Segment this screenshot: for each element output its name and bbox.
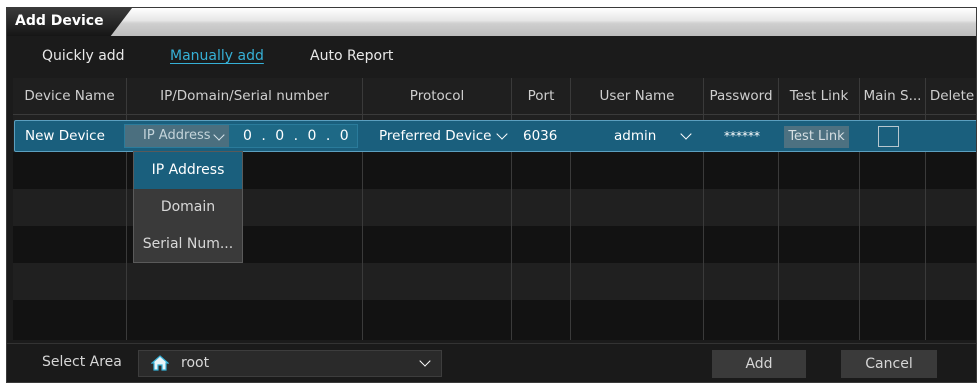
chevron-down-icon [680, 128, 692, 140]
column-header-password: Password [703, 78, 778, 115]
chevron-down-icon [419, 355, 431, 367]
table-header: Device Name IP/Domain/Serial number Prot… [13, 78, 976, 115]
column-header-port: Port [511, 78, 570, 115]
device-table: Device Name IP/Domain/Serial number Prot… [13, 78, 976, 340]
table-row [13, 300, 976, 340]
protocol-select[interactable]: Preferred Device [379, 121, 495, 151]
column-header-device-name: Device Name [24, 88, 115, 104]
title-bar: Add Device [7, 8, 976, 36]
column-header-protocol: Protocol [362, 78, 511, 115]
chevron-down-icon [213, 129, 225, 141]
tab-auto-report[interactable]: Auto Report [310, 48, 393, 64]
column-header-test-link: Test Link [778, 78, 859, 115]
address-type-select[interactable]: IP Address [125, 125, 229, 147]
password-input[interactable]: ****** [724, 121, 760, 151]
area-select[interactable]: root [138, 350, 442, 377]
dialog-title: Add Device [15, 13, 104, 29]
home-icon [151, 355, 169, 371]
column-header-user-name: User Name [570, 78, 703, 115]
address-type-value: IP Address [143, 128, 211, 143]
table-row [13, 263, 976, 300]
column-header-delete: Delete [925, 78, 976, 115]
test-link-button[interactable]: Test Link [784, 126, 849, 148]
ip-address-input[interactable]: 0 . 0 . 0 . 0 [243, 125, 349, 147]
select-area-label: Select Area [42, 354, 122, 370]
footer-bar: Select Area root Add Cancel [7, 343, 976, 382]
port-input[interactable]: 6036 [523, 121, 557, 151]
protocol-value: Preferred Device [379, 128, 492, 144]
user-name-select[interactable]: admin [614, 121, 656, 151]
tab-quickly-add[interactable]: Quickly add [42, 48, 125, 64]
column-header-main-stream: Main S... [859, 78, 925, 115]
dropdown-option-domain[interactable]: Domain [134, 189, 242, 226]
address-type-dropdown: IP Address Domain Serial Num... [133, 151, 243, 263]
address-field[interactable]: IP Address 0 . 0 . 0 . 0 [124, 124, 358, 148]
chevron-down-icon [496, 128, 508, 140]
cancel-button[interactable]: Cancel [841, 350, 937, 378]
dropdown-option-ip-address[interactable]: IP Address [134, 152, 242, 189]
device-name-cell[interactable]: New Device [25, 121, 105, 151]
add-device-dialog: Add Device Quickly add Manually add Auto… [6, 7, 977, 383]
add-mode-tabs: Quickly add Manually add Auto Report [7, 44, 976, 72]
selected-device-row[interactable]: New Device IP Address 0 . 0 . 0 . 0 Pref… [14, 120, 976, 152]
area-value: root [181, 355, 210, 371]
dropdown-option-serial-number[interactable]: Serial Num... [134, 226, 242, 263]
tab-manually-add[interactable]: Manually add [170, 48, 264, 64]
add-button[interactable]: Add [712, 350, 806, 378]
column-header-address: IP/Domain/Serial number [126, 78, 362, 115]
main-stream-checkbox[interactable] [878, 126, 899, 147]
